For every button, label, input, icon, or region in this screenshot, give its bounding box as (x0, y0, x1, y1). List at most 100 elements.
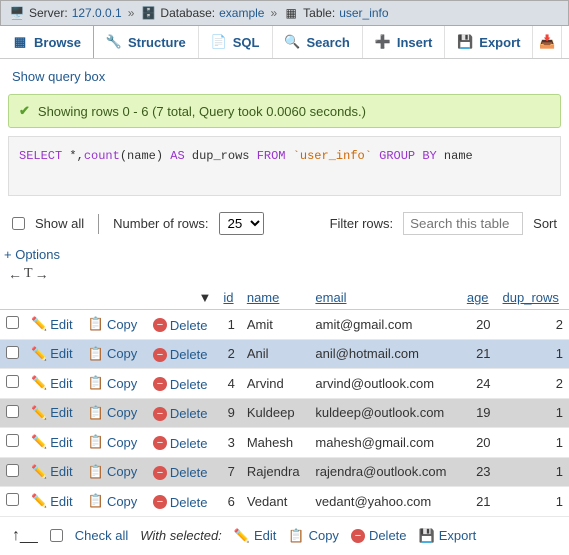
tab-export[interactable]: 💾 Export (445, 26, 533, 58)
cell-dup-rows: 2 (497, 369, 569, 399)
sql-keyword: FROM (257, 149, 286, 163)
table-row[interactable]: ✏️Edit📋Copy−Delete3Maheshmahesh@gmail.co… (0, 428, 569, 458)
row-checkbox[interactable] (6, 493, 19, 506)
arrow-left-icon[interactable]: ← (8, 266, 22, 282)
col-name[interactable]: name (241, 286, 310, 310)
delete-link[interactable]: −Delete (153, 347, 208, 362)
tab-browse[interactable]: ▦Browse (0, 26, 94, 58)
copy-link[interactable]: 📋Copy (88, 405, 138, 421)
row-checkbox[interactable] (6, 375, 19, 388)
edit-link[interactable]: ✏️Edit (31, 464, 73, 480)
copy-link[interactable]: 📋Copy (88, 346, 138, 362)
database-icon: 🗄️ (140, 5, 156, 21)
tab-sql[interactable]: 📄SQL (199, 26, 273, 58)
delete-link[interactable]: −Delete (153, 377, 208, 392)
table-row[interactable]: ✏️Edit📋Copy−Delete4Arvindarvind@outlook.… (0, 369, 569, 399)
edit-link[interactable]: ✏️Edit (31, 316, 73, 332)
copy-link[interactable]: 📋Copy (88, 434, 138, 450)
edit-link[interactable]: ✏️Edit (31, 405, 73, 421)
db-link[interactable]: example (219, 6, 264, 20)
show-all-checkbox[interactable] (12, 217, 25, 230)
check-all-checkbox[interactable] (50, 529, 63, 542)
row-checkbox[interactable] (6, 316, 19, 329)
check-all-link[interactable]: Check all (75, 528, 128, 543)
export-icon: 💾 (457, 34, 473, 50)
tab-label: Export (479, 35, 520, 50)
cell-name: Anil (241, 339, 310, 369)
col-age[interactable]: age (461, 286, 497, 310)
sql-identifier: `user_info` (293, 149, 372, 163)
table-link[interactable]: user_info (339, 6, 388, 20)
show-query-box-link[interactable]: Show query box (12, 69, 105, 84)
pencil-icon: ✏️ (31, 375, 47, 391)
num-rows-select[interactable]: 25 (219, 212, 264, 235)
edit-link[interactable]: ✏️Edit (31, 346, 73, 362)
cell-age: 23 (461, 457, 497, 487)
cell-name: Vedant (241, 487, 310, 517)
delete-icon: − (153, 318, 167, 332)
copy-link[interactable]: 📋Copy (88, 464, 138, 480)
table-row[interactable]: ✏️Edit📋Copy−Delete9Kuldeepkuldeep@outloo… (0, 398, 569, 428)
pencil-icon: ✏️ (31, 434, 47, 450)
delete-link[interactable]: −Delete (153, 436, 208, 451)
copy-link[interactable]: 📋Copy (88, 316, 138, 332)
success-text: Showing rows 0 - 6 (7 total, Query took … (38, 104, 366, 119)
edit-link[interactable]: ✏️Edit (31, 434, 73, 450)
server-link[interactable]: 127.0.0.1 (72, 6, 122, 20)
row-checkbox[interactable] (6, 464, 19, 477)
edit-link[interactable]: ✏️Edit (31, 375, 73, 391)
cell-dup-rows: 2 (497, 310, 569, 340)
sql-text: *, (62, 149, 84, 163)
chevron-down-icon[interactable]: ▼ (199, 290, 212, 305)
options-toggle[interactable]: + Options (4, 247, 60, 262)
cell-age: 24 (461, 369, 497, 399)
structure-icon: 🔧 (106, 34, 122, 50)
pencil-icon: ✏️ (234, 528, 250, 544)
divider (98, 214, 99, 234)
tab-structure[interactable]: 🔧 Structure (94, 26, 199, 58)
sort-t-icon[interactable]: T (24, 266, 33, 282)
cell-age: 19 (461, 398, 497, 428)
copy-icon: 📋 (88, 464, 104, 480)
delete-icon: − (153, 377, 167, 391)
copy-link[interactable]: 📋Copy (88, 375, 138, 391)
filter-label: Filter rows: (330, 216, 394, 231)
sql-text: dup_rows (185, 149, 257, 163)
bulk-copy[interactable]: 📋Copy (288, 528, 339, 544)
sort-direction-controls: ←T→ (0, 264, 569, 286)
row-checkbox[interactable] (6, 434, 19, 447)
table-row[interactable]: ✏️Edit📋Copy−Delete7Rajendrarajendra@outl… (0, 457, 569, 487)
table-row[interactable]: ✏️Edit📋Copy−Delete1Amitamit@gmail.com202 (0, 310, 569, 340)
bulk-export[interactable]: 💾Export (419, 528, 477, 544)
tab-search[interactable]: 🔍Search (273, 26, 363, 58)
delete-link[interactable]: −Delete (153, 495, 208, 510)
db-label: Database: (160, 6, 215, 20)
sql-query: SELECT *,count(name) AS dup_rows FROM `u… (8, 136, 561, 196)
col-email[interactable]: email (309, 286, 460, 310)
tab-label: Structure (128, 35, 186, 50)
tab-insert[interactable]: ➕Insert (363, 26, 445, 58)
breadcrumb: 🖥️ Server: 127.0.0.1 » 🗄️ Database: exam… (0, 0, 569, 26)
row-checkbox[interactable] (6, 346, 19, 359)
bulk-delete[interactable]: −Delete (351, 528, 407, 543)
tab-label: Insert (397, 35, 432, 50)
tab-more[interactable]: 📥 (533, 26, 562, 58)
delete-link[interactable]: −Delete (153, 406, 208, 421)
delete-link[interactable]: −Delete (153, 318, 208, 333)
arrow-right-icon[interactable]: → (35, 266, 49, 282)
cell-email: anil@hotmail.com (309, 339, 460, 369)
col-dup-rows[interactable]: dup_rows (497, 286, 569, 310)
import-icon: 📥 (539, 34, 555, 50)
table-row[interactable]: ✏️Edit📋Copy−Delete2Anilanil@hotmail.com2… (0, 339, 569, 369)
copy-link[interactable]: 📋Copy (88, 493, 138, 509)
browse-icon: ▦ (12, 34, 28, 50)
cell-id: 1 (217, 310, 240, 340)
delete-link[interactable]: −Delete (153, 465, 208, 480)
bulk-edit[interactable]: ✏️Edit (234, 528, 277, 544)
table-row[interactable]: ✏️Edit📋Copy−Delete6Vedantvedant@yahoo.co… (0, 487, 569, 517)
search-icon: 🔍 (285, 34, 301, 50)
col-id[interactable]: id (217, 286, 240, 310)
row-checkbox[interactable] (6, 405, 19, 418)
edit-link[interactable]: ✏️Edit (31, 493, 73, 509)
search-input[interactable] (403, 212, 523, 235)
